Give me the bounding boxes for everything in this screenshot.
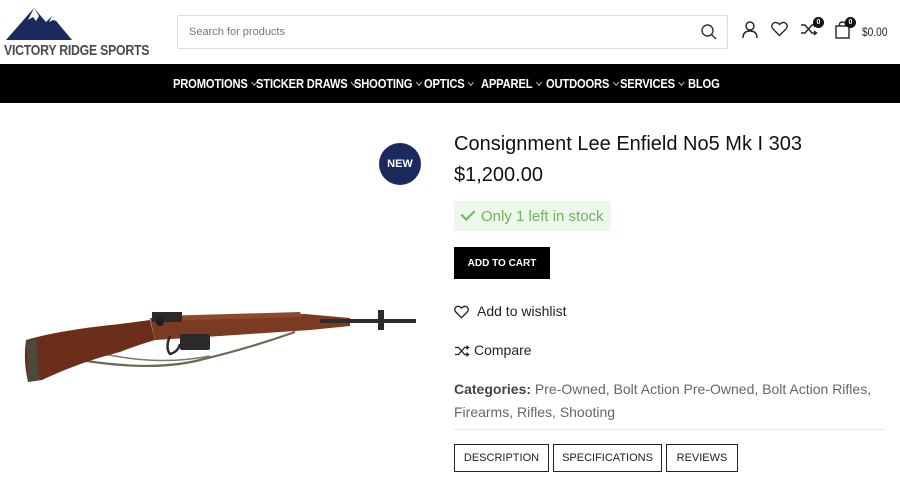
nav-item-label: BLOG: [688, 76, 720, 91]
category-link[interactable]: Shooting: [560, 404, 615, 420]
cart-total[interactable]: $0.00: [862, 25, 888, 39]
check-icon: [460, 206, 476, 221]
stock-text: Only 1 left in stock: [481, 208, 604, 225]
search-input[interactable]: [178, 16, 678, 48]
nav-item-services[interactable]: SERVICES: [620, 76, 685, 91]
chevron-down-icon: [535, 78, 542, 87]
nav-item-blog[interactable]: BLOG: [688, 76, 720, 91]
nav-item-outdoors[interactable]: OUTDOORS: [546, 76, 619, 91]
nav-item-promotions[interactable]: PROMOTIONS: [173, 76, 258, 91]
product-categories: Categories: Pre-Owned, Bolt Action Pre-O…: [454, 381, 872, 420]
heart-icon: [454, 305, 469, 319]
product-title: Consignment Lee Enfield No5 Mk I 303: [454, 133, 802, 155]
cart-count-badge: 0: [845, 17, 856, 28]
tab-specifications[interactable]: SPECIFICATIONS: [553, 444, 662, 472]
site-header: VICTORY RIDGE SPORTS 0 0: [0, 0, 900, 64]
new-badge: NEW: [379, 143, 421, 185]
chevron-down-icon: [468, 78, 475, 87]
category-link[interactable]: Bolt Action Pre-Owned: [614, 381, 755, 397]
search-icon[interactable]: [700, 23, 718, 41]
tab-reviews[interactable]: REVIEWS: [666, 444, 738, 472]
main-nav: PROMOTIONS STICKER DRAWS SHOOTING OPTICS…: [0, 64, 900, 103]
search-box: [177, 15, 728, 49]
categories-label: Categories:: [454, 381, 532, 397]
chevron-down-icon: [678, 78, 685, 87]
product-price: $1,200.00: [454, 164, 543, 186]
account-button[interactable]: [742, 21, 758, 44]
category-link[interactable]: Bolt Action Rifles: [762, 381, 867, 397]
add-to-cart-button[interactable]: ADD TO CART: [454, 247, 550, 279]
cart-button[interactable]: 0: [835, 17, 856, 44]
site-logo[interactable]: VICTORY RIDGE SPORTS: [4, 6, 149, 60]
category-link[interactable]: Rifles: [517, 404, 552, 420]
nav-item-label: APPAREL: [481, 76, 533, 91]
wishlist-header-button[interactable]: [771, 21, 788, 42]
compare-count-badge: 0: [813, 17, 824, 28]
category-link[interactable]: Firearms: [454, 404, 509, 420]
chevron-down-icon: [612, 78, 619, 87]
tab-description[interactable]: DESCRIPTION: [454, 444, 549, 472]
mountain-logo-icon: [6, 8, 72, 40]
compare-link[interactable]: Compare: [454, 342, 532, 358]
nav-item-apparel[interactable]: APPAREL: [481, 76, 542, 91]
nav-item-label: OUTDOORS: [546, 76, 610, 91]
category-link[interactable]: Pre-Owned: [535, 381, 606, 397]
add-to-wishlist-link[interactable]: Add to wishlist: [454, 303, 566, 319]
logo-text: VICTORY RIDGE SPORTS: [4, 42, 150, 59]
compare-header-button[interactable]: 0: [800, 17, 824, 42]
shuffle-icon: [455, 345, 470, 357]
user-icon: [742, 21, 758, 39]
compare-label: Compare: [474, 342, 532, 358]
nav-item-optics[interactable]: OPTICS: [424, 76, 475, 91]
nav-item-label: SHOOTING: [354, 76, 413, 91]
heart-icon: [771, 21, 788, 37]
divider: [454, 429, 886, 430]
wishlist-label: Add to wishlist: [477, 303, 567, 319]
nav-item-label: SERVICES: [620, 76, 675, 91]
nav-item-label: PROMOTIONS: [173, 76, 248, 91]
nav-item-label: OPTICS: [424, 76, 465, 91]
stock-status: Only 1 left in stock: [454, 201, 611, 231]
product-image[interactable]: [20, 300, 420, 390]
chevron-down-icon: [415, 78, 422, 87]
nav-item-sticker-draws[interactable]: STICKER DRAWS: [256, 76, 358, 91]
nav-item-label: STICKER DRAWS: [256, 76, 348, 91]
nav-item-shooting[interactable]: SHOOTING: [354, 76, 422, 91]
